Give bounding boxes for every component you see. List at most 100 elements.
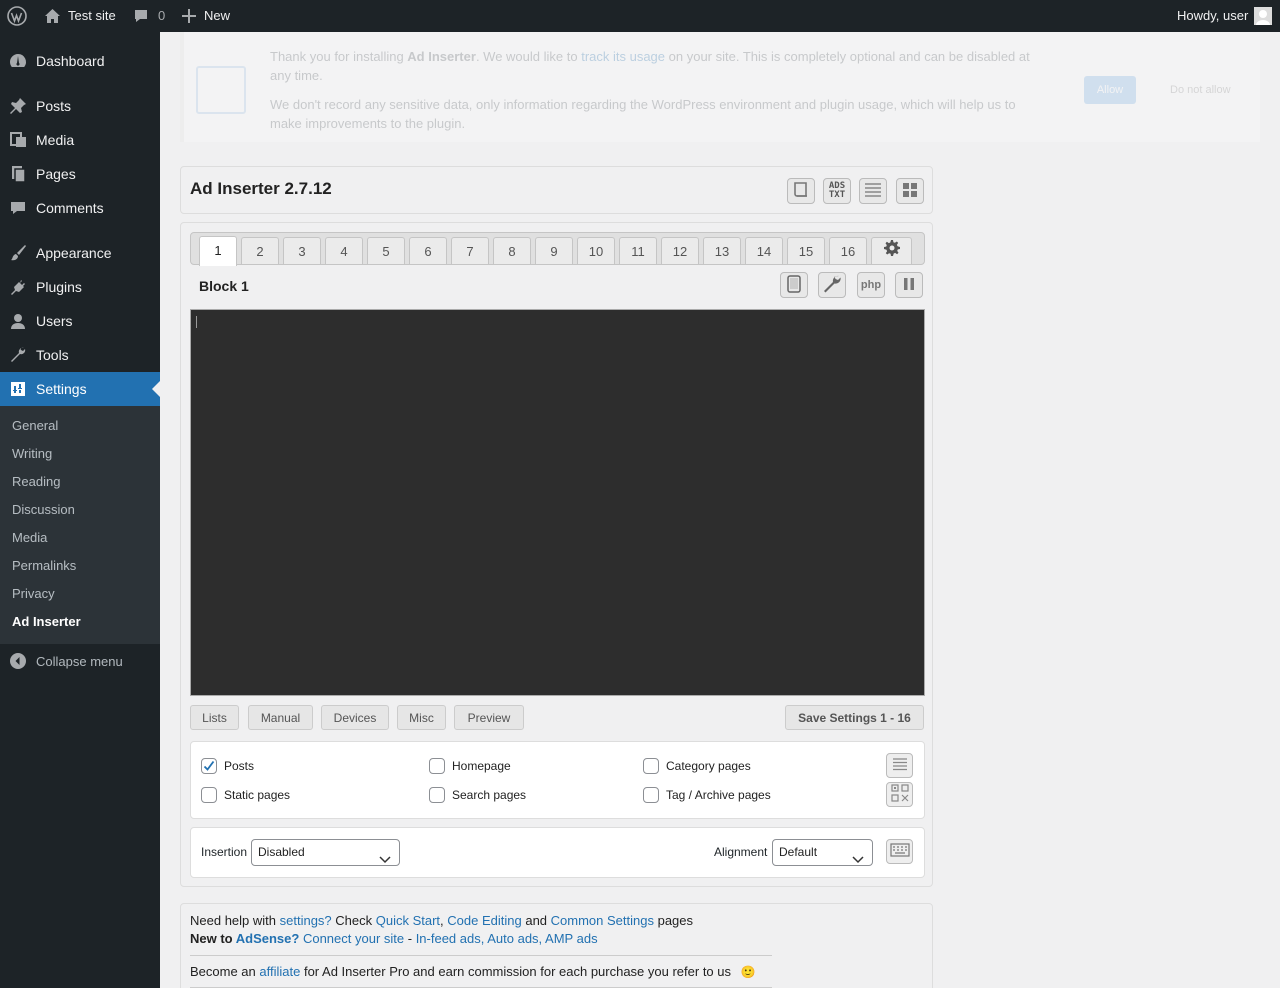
tab-8[interactable]: 8: [493, 237, 531, 264]
sidebar-item-posts[interactable]: Posts: [0, 89, 160, 123]
tab-9[interactable]: 9: [535, 237, 573, 264]
homepage-checkbox[interactable]: Homepage: [429, 758, 511, 774]
list-view-button[interactable]: [859, 178, 887, 204]
sidebar-item-media[interactable]: Media: [0, 123, 160, 157]
chevron-down-icon: [852, 848, 864, 873]
submenu-ad-inserter[interactable]: Ad Inserter: [12, 608, 81, 636]
sidebar-item-users[interactable]: Users: [0, 304, 160, 338]
tab-16[interactable]: 16: [829, 237, 867, 264]
help-line-3: Become an affiliate for Ad Inserter Pro …: [190, 964, 756, 979]
tag-archive-pages-checkbox[interactable]: Tag / Archive pages: [643, 787, 771, 803]
tab-6[interactable]: 6: [409, 237, 447, 264]
sidebar-item-pages[interactable]: Pages: [0, 157, 160, 191]
php-toggle-button[interactable]: php: [857, 272, 885, 298]
tab-15[interactable]: 15: [787, 237, 825, 264]
pause-button[interactable]: [895, 272, 923, 298]
manual-button[interactable]: Manual: [248, 705, 313, 730]
tab-14[interactable]: 14: [745, 237, 783, 264]
tab-11[interactable]: 11: [619, 237, 657, 264]
collapse-arrow-icon: [0, 652, 36, 670]
tab-10[interactable]: 10: [577, 237, 615, 264]
quick-start-link[interactable]: Quick Start: [376, 913, 440, 928]
gear-icon: [883, 238, 900, 265]
device-toggle-button[interactable]: [780, 272, 808, 298]
page-types-box: Posts Homepage Category pages Static pag…: [190, 741, 925, 819]
new-content-link[interactable]: New: [182, 0, 230, 32]
submenu-reading[interactable]: Reading: [12, 468, 60, 496]
sidebar-item-tools[interactable]: Tools: [0, 338, 160, 372]
tab-12[interactable]: 12: [661, 237, 699, 264]
comments-icon: [0, 191, 36, 225]
qr-code-button[interactable]: [886, 782, 913, 807]
common-settings-link[interactable]: Common Settings: [551, 913, 654, 928]
documentation-button[interactable]: [787, 178, 815, 204]
block-settings-panel: 1 2 3 4 5 6 7 8 9 10 11 12 13 14 15 16 B…: [180, 222, 933, 887]
misc-button[interactable]: Misc: [397, 705, 446, 730]
sidebar-item-plugins[interactable]: Plugins: [0, 270, 160, 304]
comments-link[interactable]: 0: [133, 0, 165, 32]
site-name-link[interactable]: Test site: [44, 0, 116, 32]
help-panel: Need help with settings? Check Quick Sta…: [180, 903, 933, 988]
sidebar-item-settings[interactable]: Settings: [0, 372, 160, 406]
submenu-general[interactable]: General: [12, 412, 58, 440]
affiliate-link[interactable]: affiliate: [259, 964, 300, 979]
lists-button[interactable]: Lists: [190, 705, 239, 730]
alignment-select[interactable]: Default: [772, 839, 873, 866]
connect-site-link[interactable]: Connect your site: [303, 931, 404, 946]
tools-toggle-button[interactable]: [818, 272, 846, 298]
notice-text-1: Thank you for installing Ad Inserter. We…: [270, 49, 1030, 83]
insertion-select[interactable]: Disabled: [251, 839, 400, 866]
notice-text-2: We don't record any sensitive data, only…: [270, 97, 1016, 131]
tab-general-settings[interactable]: [871, 237, 912, 264]
code-editing-link[interactable]: Code Editing: [447, 913, 521, 928]
tab-3[interactable]: 3: [283, 237, 321, 264]
sidebar-item-label: Users: [36, 313, 73, 329]
tab-1[interactable]: 1: [199, 236, 237, 266]
ads-txt-button[interactable]: ADS TXT: [823, 178, 851, 204]
submenu-writing[interactable]: Writing: [12, 440, 52, 468]
text-cursor: [196, 316, 197, 328]
keyboard-button[interactable]: [886, 839, 913, 864]
devices-button[interactable]: Devices: [321, 705, 389, 730]
posts-checkbox[interactable]: Posts: [201, 758, 254, 774]
wordpress-logo-icon[interactable]: [7, 0, 27, 32]
settings-icon: [0, 372, 36, 406]
adsense-link[interactable]: AdSense?: [236, 931, 300, 946]
static-pages-checkbox[interactable]: Static pages: [201, 787, 290, 803]
submenu-permalinks[interactable]: Permalinks: [12, 552, 76, 580]
do-not-allow-link[interactable]: Do not allow: [1170, 84, 1231, 96]
tab-13[interactable]: 13: [703, 237, 741, 264]
tab-7[interactable]: 7: [451, 237, 489, 264]
insertion-box: Insertion Disabled Alignment Default: [190, 827, 925, 878]
category-pages-checkbox[interactable]: Category pages: [643, 758, 751, 774]
plugin-header: Ad Inserter 2.7.12 ADS TXT: [180, 166, 933, 214]
my-account-link[interactable]: Howdy, user: [1177, 0, 1273, 32]
settings-link[interactable]: settings?: [280, 913, 332, 928]
help-line-1: Need help with settings? Check Quick Sta…: [190, 913, 694, 928]
checkbox-checked: [201, 758, 217, 774]
preview-button[interactable]: Preview: [454, 705, 524, 730]
collapse-menu-button[interactable]: Collapse menu: [0, 644, 160, 678]
tab-5[interactable]: 5: [367, 237, 405, 264]
code-editor[interactable]: [190, 309, 925, 696]
track-usage-link[interactable]: track its usage: [581, 49, 665, 64]
submenu-privacy[interactable]: Privacy: [12, 580, 55, 608]
sidebar-item-dashboard[interactable]: Dashboard: [0, 44, 160, 78]
submenu-media[interactable]: Media: [12, 524, 47, 552]
site-name: Test site: [68, 8, 116, 23]
divider: [190, 955, 772, 956]
tab-4[interactable]: 4: [325, 237, 363, 264]
search-pages-checkbox[interactable]: Search pages: [429, 787, 526, 803]
list-toggle-button[interactable]: [886, 753, 913, 778]
allow-button[interactable]: Allow: [1084, 76, 1136, 104]
wrench-icon: [822, 274, 842, 297]
sidebar-item-label: Media: [36, 132, 75, 148]
sidebar-item-comments[interactable]: Comments: [0, 191, 160, 225]
sidebar-item-appearance[interactable]: Appearance: [0, 236, 160, 270]
save-settings-button[interactable]: Save Settings 1 - 16: [785, 705, 924, 730]
ad-types-link[interactable]: In-feed ads, Auto ads, AMP ads: [416, 931, 598, 946]
brush-icon: [0, 236, 36, 270]
submenu-discussion[interactable]: Discussion: [12, 496, 75, 524]
grid-view-button[interactable]: [896, 178, 924, 204]
tab-2[interactable]: 2: [241, 237, 279, 264]
